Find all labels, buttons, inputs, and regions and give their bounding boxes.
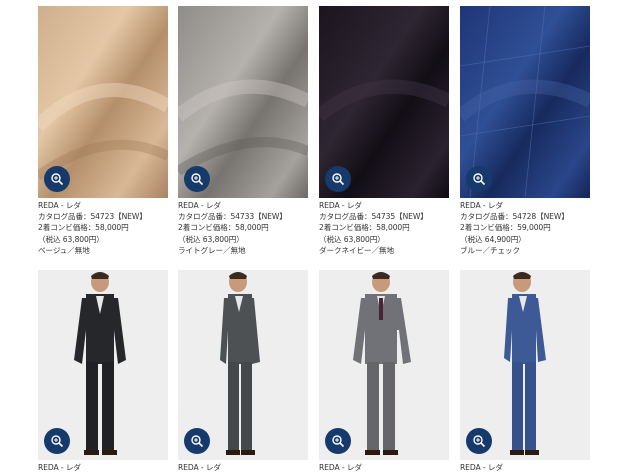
model-photo[interactable] <box>178 270 308 460</box>
product-color: ダークネイビー／無地 <box>319 245 394 255</box>
product-brand: REDA - レダ <box>178 463 221 472</box>
model-card[interactable]: REDA - レダ <box>460 270 590 473</box>
product-card[interactable]: REDA - レダ カタログ品番：54733【NEW】 2着コンビ価格：58,0… <box>178 6 308 256</box>
product-price: 2着コンビ価格：58,000円 <box>319 223 410 233</box>
zoom-icon[interactable] <box>466 428 492 454</box>
product-price: 2着コンビ価格：58,000円 <box>178 223 269 233</box>
product-price: 2着コンビ価格：58,000円 <box>38 223 129 233</box>
zoom-icon[interactable] <box>44 428 70 454</box>
product-catalog-number: カタログ品番：54735【NEW】 <box>319 212 428 222</box>
product-price: 2着コンビ価格：59,000円 <box>460 223 551 233</box>
product-brand: REDA - レダ <box>178 201 221 210</box>
zoom-icon[interactable] <box>184 166 210 192</box>
product-color: ブルー／チェック <box>460 245 520 255</box>
product-catalog-number: カタログ品番：54728【NEW】 <box>460 212 569 222</box>
zoom-icon[interactable] <box>466 166 492 192</box>
product-color: ライトグレー／無地 <box>178 245 246 255</box>
product-price-tax: （税込 63,800円） <box>38 234 104 244</box>
model-card[interactable]: REDA - レダ <box>38 270 168 473</box>
product-card[interactable]: REDA - レダ カタログ品番：54735【NEW】 2着コンビ価格：58,0… <box>319 6 449 256</box>
product-price-tax: （税込 63,800円） <box>178 234 244 244</box>
fabric-thumbnail[interactable] <box>178 6 308 198</box>
zoom-icon[interactable] <box>325 428 351 454</box>
model-photo[interactable] <box>319 270 449 460</box>
product-catalog-number: カタログ品番：54723【NEW】 <box>38 212 147 222</box>
product-price-tax: （税込 63,800円） <box>319 234 385 244</box>
product-brand: REDA - レダ <box>38 201 81 210</box>
product-catalog-number: カタログ品番：54733【NEW】 <box>178 212 287 222</box>
model-photo[interactable] <box>38 270 168 460</box>
fabric-thumbnail[interactable] <box>319 6 449 198</box>
product-brand: REDA - レダ <box>319 463 362 472</box>
fabric-thumbnail[interactable] <box>460 6 590 198</box>
model-photo[interactable] <box>460 270 590 460</box>
product-price-tax: （税込 64,900円） <box>460 234 526 244</box>
product-card[interactable]: REDA - レダ カタログ品番：54723【NEW】 2着コンビ価格：58,0… <box>38 6 168 256</box>
product-brand: REDA - レダ <box>460 201 503 210</box>
zoom-icon[interactable] <box>325 166 351 192</box>
product-brand: REDA - レダ <box>38 463 81 472</box>
product-brand: REDA - レダ <box>460 463 503 472</box>
product-card[interactable]: REDA - レダ カタログ品番：54728【NEW】 2着コンビ価格：59,0… <box>460 6 590 256</box>
fabric-thumbnail[interactable] <box>38 6 168 198</box>
zoom-icon[interactable] <box>44 166 70 192</box>
model-card[interactable]: REDA - レダ <box>178 270 308 473</box>
product-brand: REDA - レダ <box>319 201 362 210</box>
model-card[interactable]: REDA - レダ <box>319 270 449 473</box>
zoom-icon[interactable] <box>184 428 210 454</box>
product-grid: REDA - レダ カタログ品番：54723【NEW】 2着コンビ価格：58,0… <box>0 0 640 473</box>
product-color: ベージュ／無地 <box>38 245 90 255</box>
